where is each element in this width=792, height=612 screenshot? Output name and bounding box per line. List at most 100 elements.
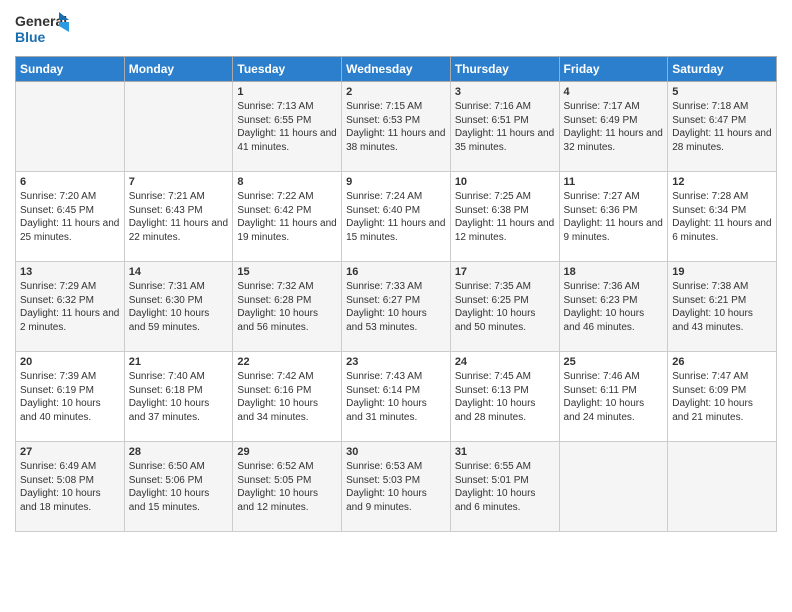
calendar-cell: 8 Sunrise: 7:22 AM Sunset: 6:42 PM Daylig… <box>233 172 342 262</box>
week-row-5: 27 Sunrise: 6:49 AM Sunset: 5:08 PM Dayli… <box>16 442 777 532</box>
calendar-cell: 17Sunrise: 7:35 AM Sunset: 6:25 PM Dayli… <box>450 262 559 352</box>
calendar-cell: 16Sunrise: 7:33 AM Sunset: 6:27 PM Dayli… <box>342 262 451 352</box>
calendar-cell <box>559 442 668 532</box>
calendar-cell: 4 Sunrise: 7:17 AM Sunset: 6:49 PM Daylig… <box>559 82 668 172</box>
cell-content: Sunrise: 6:50 AM Sunset: 5:06 PM Dayligh… <box>129 460 229 514</box>
calendar-cell: 3 Sunrise: 7:16 AM Sunset: 6:51 PM Daylig… <box>450 82 559 172</box>
day-number: 3 <box>455 86 555 98</box>
calendar-cell: 1 Sunrise: 7:13 AM Sunset: 6:55 PM Daylig… <box>233 82 342 172</box>
cell-content: Sunrise: 6:55 AM Sunset: 5:01 PM Dayligh… <box>455 460 555 514</box>
cell-content: Sunrise: 6:49 AM Sunset: 5:08 PM Dayligh… <box>20 460 120 514</box>
calendar-cell: 9Sunrise: 7:24 AM Sunset: 6:40 PM Daylig… <box>342 172 451 262</box>
cell-content: Sunrise: 7:25 AM Sunset: 6:38 PM Dayligh… <box>455 190 555 244</box>
week-row-1: 1 Sunrise: 7:13 AM Sunset: 6:55 PM Daylig… <box>16 82 777 172</box>
calendar-cell: 14 Sunrise: 7:31 AM Sunset: 6:30 PM Dayli… <box>124 262 233 352</box>
calendar-cell: 13 Sunrise: 7:29 AM Sunset: 6:32 PM Dayli… <box>16 262 125 352</box>
calendar-cell: 18 Sunrise: 7:36 AM Sunset: 6:23 PM Dayli… <box>559 262 668 352</box>
week-row-3: 13 Sunrise: 7:29 AM Sunset: 6:32 PM Dayli… <box>16 262 777 352</box>
calendar-cell: 25Sunrise: 7:46 AM Sunset: 6:11 PM Dayli… <box>559 352 668 442</box>
cell-content: Sunrise: 7:45 AM Sunset: 6:13 PM Dayligh… <box>455 370 555 424</box>
header-cell-wednesday: Wednesday <box>342 57 451 82</box>
calendar-cell: 12 Sunrise: 7:28 AM Sunset: 6:34 PM Dayli… <box>668 172 777 262</box>
cell-content: Sunrise: 7:42 AM Sunset: 6:16 PM Dayligh… <box>237 370 337 424</box>
header-cell-thursday: Thursday <box>450 57 559 82</box>
cell-content: Sunrise: 7:36 AM Sunset: 6:23 PM Dayligh… <box>564 280 664 334</box>
day-number: 12 <box>672 176 772 188</box>
cell-content: Sunrise: 7:31 AM Sunset: 6:30 PM Dayligh… <box>129 280 229 334</box>
calendar-cell: 24Sunrise: 7:45 AM Sunset: 6:13 PM Dayli… <box>450 352 559 442</box>
cell-content: Sunrise: 7:39 AM Sunset: 6:19 PM Dayligh… <box>20 370 120 424</box>
calendar-cell: 29 Sunrise: 6:52 AM Sunset: 5:05 PM Dayli… <box>233 442 342 532</box>
calendar-cell: 10Sunrise: 7:25 AM Sunset: 6:38 PM Dayli… <box>450 172 559 262</box>
calendar-cell: 5 Sunrise: 7:18 AM Sunset: 6:47 PM Daylig… <box>668 82 777 172</box>
calendar-cell: 11Sunrise: 7:27 AM Sunset: 6:36 PM Dayli… <box>559 172 668 262</box>
cell-content: Sunrise: 7:16 AM Sunset: 6:51 PM Dayligh… <box>455 100 555 154</box>
calendar-cell: 2Sunrise: 7:15 AM Sunset: 6:53 PM Daylig… <box>342 82 451 172</box>
calendar-cell: 20 Sunrise: 7:39 AM Sunset: 6:19 PM Dayli… <box>16 352 125 442</box>
day-number: 5 <box>672 86 772 98</box>
cell-content: Sunrise: 7:22 AM Sunset: 6:42 PM Dayligh… <box>237 190 337 244</box>
svg-text:Blue: Blue <box>15 29 46 45</box>
cell-content: Sunrise: 7:28 AM Sunset: 6:34 PM Dayligh… <box>672 190 772 244</box>
cell-content: Sunrise: 7:32 AM Sunset: 6:28 PM Dayligh… <box>237 280 337 334</box>
logo: GeneralBlue <box>15 10 70 48</box>
cell-content: Sunrise: 7:43 AM Sunset: 6:14 PM Dayligh… <box>346 370 446 424</box>
cell-content: Sunrise: 7:27 AM Sunset: 6:36 PM Dayligh… <box>564 190 664 244</box>
cell-content: Sunrise: 7:17 AM Sunset: 6:49 PM Dayligh… <box>564 100 664 154</box>
day-number: 21 <box>129 356 229 368</box>
cell-content: Sunrise: 6:52 AM Sunset: 5:05 PM Dayligh… <box>237 460 337 514</box>
day-number: 22 <box>237 356 337 368</box>
calendar-cell: 19 Sunrise: 7:38 AM Sunset: 6:21 PM Dayli… <box>668 262 777 352</box>
page: GeneralBlue SundayMondayTuesdayWednesday… <box>0 0 792 547</box>
calendar-cell: 15 Sunrise: 7:32 AM Sunset: 6:28 PM Dayli… <box>233 262 342 352</box>
calendar-header: SundayMondayTuesdayWednesdayThursdayFrid… <box>16 57 777 82</box>
day-number: 13 <box>20 266 120 278</box>
day-number: 20 <box>20 356 120 368</box>
week-row-2: 6 Sunrise: 7:20 AM Sunset: 6:45 PM Daylig… <box>16 172 777 262</box>
day-number: 29 <box>237 446 337 458</box>
cell-content: Sunrise: 7:21 AM Sunset: 6:43 PM Dayligh… <box>129 190 229 244</box>
calendar-cell: 31 Sunrise: 6:55 AM Sunset: 5:01 PM Dayli… <box>450 442 559 532</box>
calendar-cell: 26Sunrise: 7:47 AM Sunset: 6:09 PM Dayli… <box>668 352 777 442</box>
calendar-table: SundayMondayTuesdayWednesdayThursdayFrid… <box>15 56 777 532</box>
cell-content: Sunrise: 7:29 AM Sunset: 6:32 PM Dayligh… <box>20 280 120 334</box>
header-cell-friday: Friday <box>559 57 668 82</box>
day-number: 14 <box>129 266 229 278</box>
day-number: 26 <box>672 356 772 368</box>
day-number: 8 <box>237 176 337 188</box>
header-row: SundayMondayTuesdayWednesdayThursdayFrid… <box>16 57 777 82</box>
day-number: 15 <box>237 266 337 278</box>
header-cell-saturday: Saturday <box>668 57 777 82</box>
calendar-cell: 30Sunrise: 6:53 AM Sunset: 5:03 PM Dayli… <box>342 442 451 532</box>
cell-content: Sunrise: 7:18 AM Sunset: 6:47 PM Dayligh… <box>672 100 772 154</box>
day-number: 6 <box>20 176 120 188</box>
day-number: 19 <box>672 266 772 278</box>
day-number: 4 <box>564 86 664 98</box>
header-cell-tuesday: Tuesday <box>233 57 342 82</box>
week-row-4: 20 Sunrise: 7:39 AM Sunset: 6:19 PM Dayli… <box>16 352 777 442</box>
day-number: 28 <box>129 446 229 458</box>
cell-content: Sunrise: 7:13 AM Sunset: 6:55 PM Dayligh… <box>237 100 337 154</box>
day-number: 16 <box>346 266 446 278</box>
calendar-cell: 7 Sunrise: 7:21 AM Sunset: 6:43 PM Daylig… <box>124 172 233 262</box>
calendar-body: 1 Sunrise: 7:13 AM Sunset: 6:55 PM Daylig… <box>16 82 777 532</box>
cell-content: Sunrise: 7:20 AM Sunset: 6:45 PM Dayligh… <box>20 190 120 244</box>
calendar-cell <box>124 82 233 172</box>
day-number: 1 <box>237 86 337 98</box>
day-number: 18 <box>564 266 664 278</box>
calendar-cell: 21 Sunrise: 7:40 AM Sunset: 6:18 PM Dayli… <box>124 352 233 442</box>
day-number: 31 <box>455 446 555 458</box>
calendar-cell <box>668 442 777 532</box>
day-number: 23 <box>346 356 446 368</box>
cell-content: Sunrise: 7:24 AM Sunset: 6:40 PM Dayligh… <box>346 190 446 244</box>
day-number: 7 <box>129 176 229 188</box>
calendar-cell <box>16 82 125 172</box>
cell-content: Sunrise: 7:38 AM Sunset: 6:21 PM Dayligh… <box>672 280 772 334</box>
calendar-cell: 27 Sunrise: 6:49 AM Sunset: 5:08 PM Dayli… <box>16 442 125 532</box>
day-number: 27 <box>20 446 120 458</box>
logo-svg: GeneralBlue <box>15 10 70 48</box>
cell-content: Sunrise: 7:40 AM Sunset: 6:18 PM Dayligh… <box>129 370 229 424</box>
cell-content: Sunrise: 7:35 AM Sunset: 6:25 PM Dayligh… <box>455 280 555 334</box>
calendar-cell: 23 Sunrise: 7:43 AM Sunset: 6:14 PM Dayli… <box>342 352 451 442</box>
cell-content: Sunrise: 6:53 AM Sunset: 5:03 PM Dayligh… <box>346 460 446 514</box>
